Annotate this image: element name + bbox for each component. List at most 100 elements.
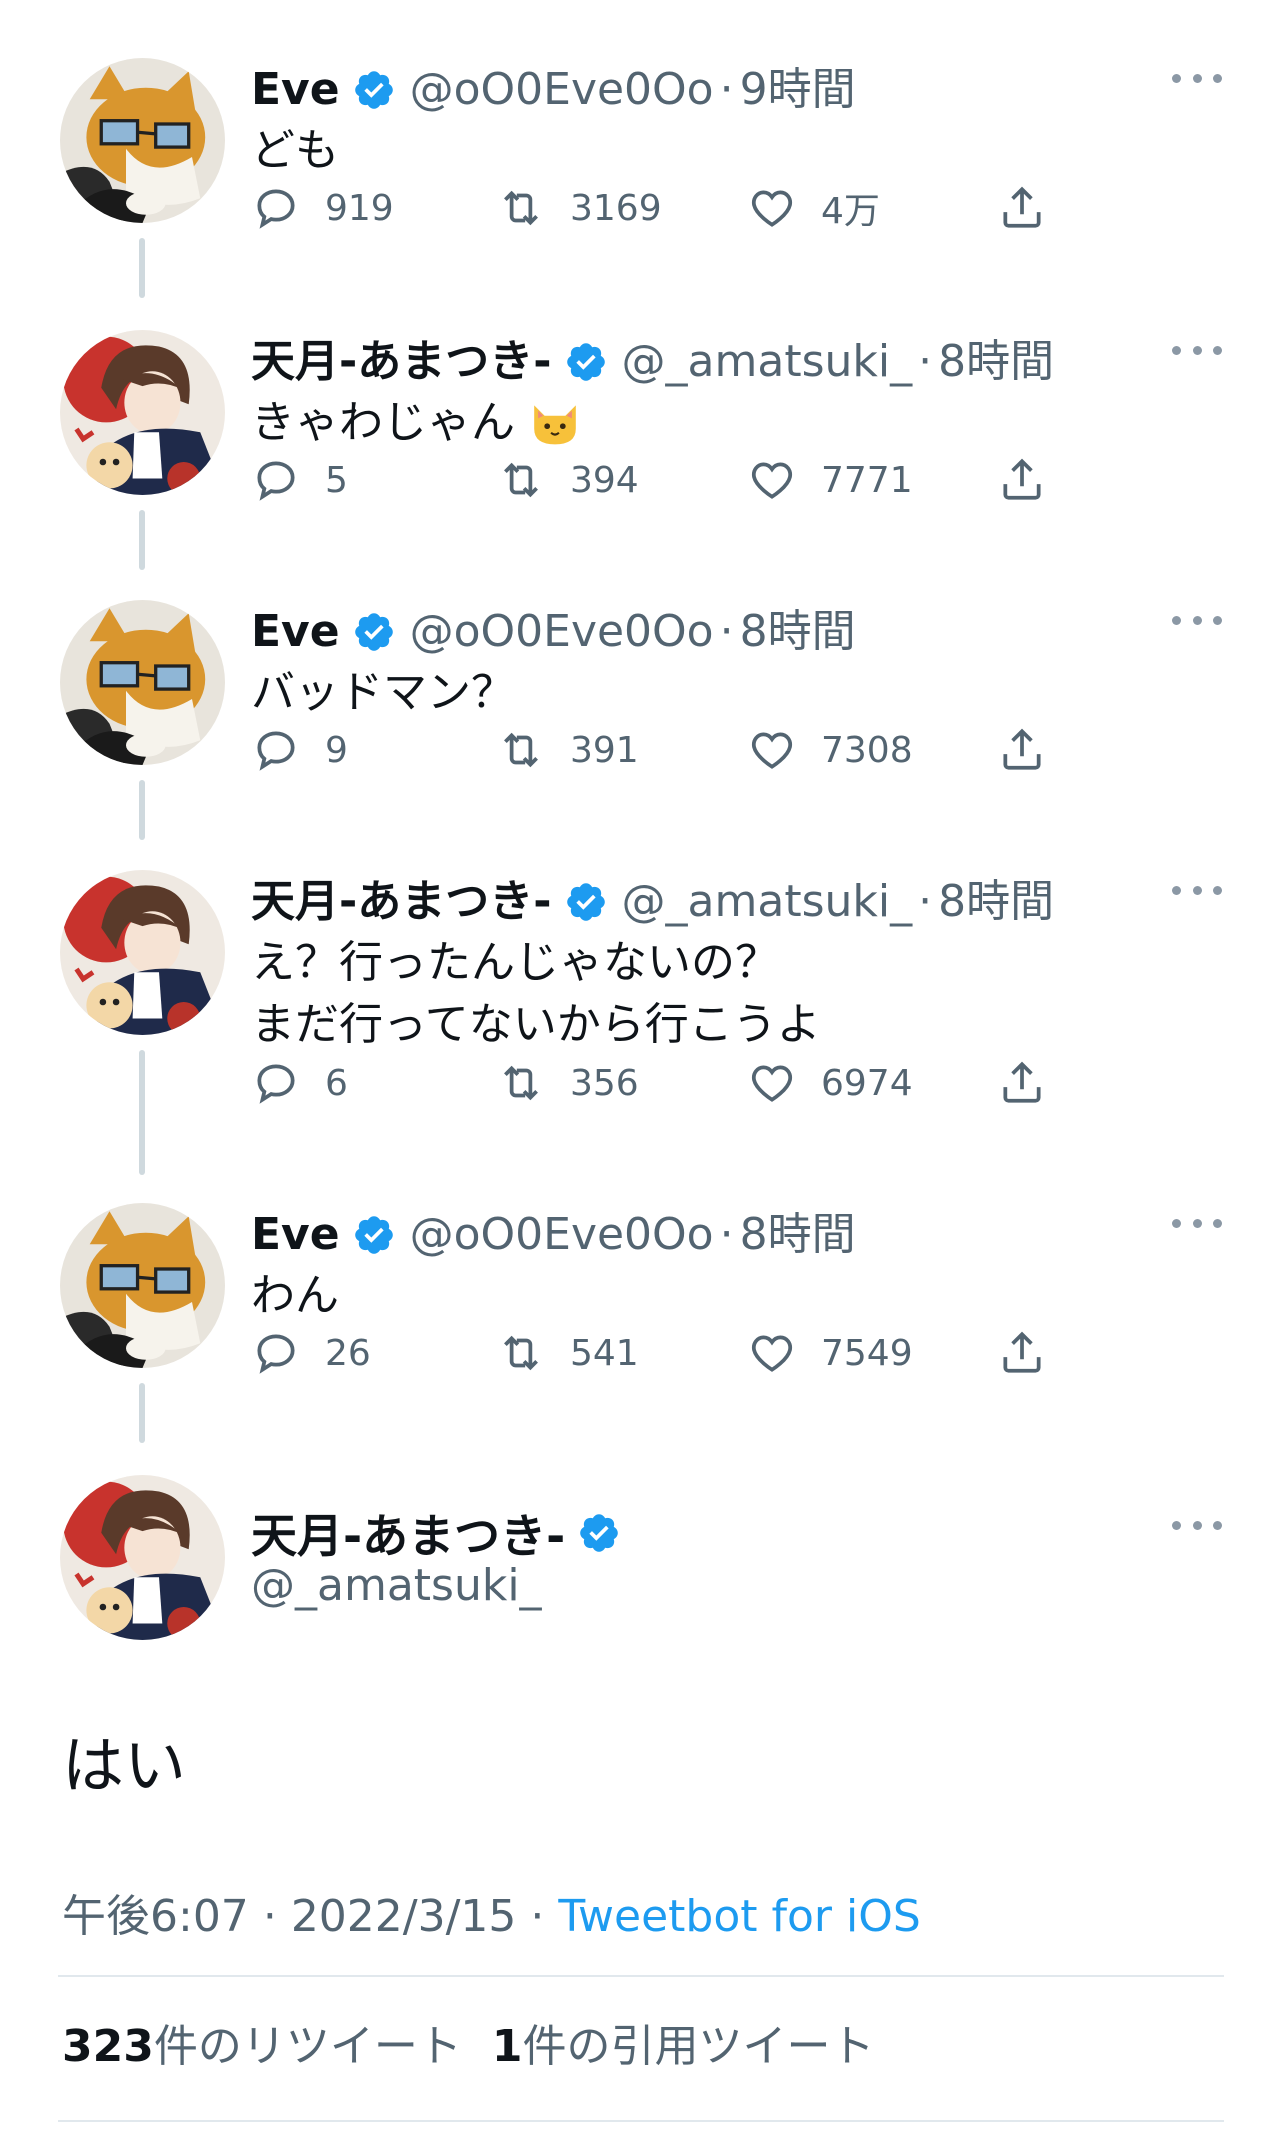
tweet-metadata: 午後6:07 · 2022/3/15 · Tweetbot for iOS: [62, 1880, 921, 1944]
client-link[interactable]: Tweetbot for iOS: [558, 1891, 920, 1942]
reply-button[interactable]: 6: [251, 1053, 348, 1113]
tweet-header: 天月-あまつき- @_amatsuki_ · 8時間: [251, 872, 1054, 932]
retweet-stat-link[interactable]: 323件のリツイート: [62, 2010, 462, 2074]
like-count: 6974: [821, 1062, 913, 1104]
thread-connector: [139, 238, 145, 298]
reply-button[interactable]: 5: [251, 450, 348, 510]
cat-face-emoji-icon: [534, 405, 576, 445]
quote-stat-label: 件の引用ツイート: [522, 2021, 875, 2072]
reply-count: 26: [325, 1332, 371, 1374]
heart-icon: [751, 1335, 793, 1372]
avatar[interactable]: [60, 1203, 225, 1368]
main-display-name[interactable]: 天月-あまつき-: [251, 1500, 565, 1566]
tweet-text: バッドマン？: [251, 667, 515, 718]
retweet-button[interactable]: 391: [496, 720, 639, 780]
like-button[interactable]: 4万: [747, 178, 880, 238]
more-options-icon[interactable]: [1172, 1203, 1222, 1243]
thread-connector: [139, 1050, 145, 1175]
more-options-icon[interactable]: [1172, 600, 1222, 640]
retweet-count: 541: [570, 1332, 639, 1374]
heart-icon: [751, 462, 793, 499]
share-button[interactable]: [997, 1053, 1071, 1113]
separator-dot: ·: [719, 606, 734, 657]
reply-button[interactable]: 26: [251, 1323, 371, 1383]
user-handle[interactable]: @_amatsuki_: [622, 332, 913, 392]
like-button[interactable]: 6974: [747, 1053, 913, 1113]
tweet-text-content: きゃわじゃん: [251, 397, 515, 448]
display-name[interactable]: Eve: [251, 60, 340, 120]
avatar-boy-image: [60, 870, 225, 1035]
tweet-time[interactable]: 8時間: [938, 872, 1054, 932]
display-name[interactable]: 天月-あまつき-: [251, 332, 552, 392]
share-button[interactable]: [997, 178, 1071, 238]
main-avatar[interactable]: [60, 1475, 225, 1640]
tweet-actions: 6 356 6974: [251, 1053, 1151, 1113]
tweet-text: ども: [251, 125, 339, 176]
tweet-timestamp[interactable]: 午後6:07: [62, 1891, 249, 1942]
retweet-icon: [504, 462, 538, 498]
main-tweet-text: はい: [62, 1729, 187, 1802]
like-button[interactable]: 7308: [747, 720, 913, 780]
tweet-actions: 5 394 7771: [251, 450, 1151, 510]
display-name[interactable]: 天月-あまつき-: [251, 872, 552, 932]
share-icon: [1003, 186, 1041, 228]
verified-badge-icon: [566, 883, 605, 921]
tweet-text: え？行ったんじゃないの？ まだ行ってないから行こうよ: [251, 937, 821, 1050]
verified-badge-icon: [566, 343, 605, 381]
retweet-count: 3169: [570, 187, 662, 229]
retweet-count: 391: [570, 729, 639, 771]
user-handle[interactable]: @oO0Eve0Oo: [410, 602, 714, 662]
avatar-boy-image: [60, 1475, 225, 1640]
tweet-header: 天月-あまつき- @_amatsuki_ · 8時間: [251, 332, 1054, 392]
like-button[interactable]: 7549: [747, 1323, 913, 1383]
avatar[interactable]: [60, 870, 225, 1035]
share-button[interactable]: [997, 1323, 1071, 1383]
verified-badge-icon: [580, 1514, 618, 1552]
user-handle[interactable]: @oO0Eve0Oo: [410, 60, 714, 120]
user-handle[interactable]: @_amatsuki_: [622, 872, 913, 932]
share-button[interactable]: [997, 720, 1071, 780]
avatar-cat-image: [60, 600, 225, 765]
retweet-count: 356: [570, 1062, 639, 1104]
reply-icon: [257, 461, 295, 501]
verified-badge-icon: [354, 613, 393, 651]
heart-icon: [751, 1065, 793, 1102]
display-name[interactable]: Eve: [251, 602, 340, 662]
share-button[interactable]: [997, 450, 1071, 510]
reply-button[interactable]: 919: [251, 178, 394, 238]
like-count: 4万: [821, 191, 880, 232]
avatar[interactable]: [60, 600, 225, 765]
tweet-time[interactable]: 8時間: [740, 602, 856, 662]
more-options-icon[interactable]: [1172, 330, 1222, 370]
tweet-date[interactable]: 2022/3/15: [291, 1891, 517, 1942]
reply-button[interactable]: 9: [251, 720, 348, 780]
share-icon: [1003, 1331, 1041, 1373]
reply-icon: [257, 1064, 295, 1104]
retweet-button[interactable]: 541: [496, 1323, 639, 1383]
retweet-button[interactable]: 394: [496, 450, 639, 510]
thread-connector: [139, 780, 145, 840]
retweet-stat-count: 323: [62, 2021, 154, 2072]
more-options-icon[interactable]: [1172, 870, 1222, 910]
retweet-icon: [504, 1065, 538, 1101]
like-button[interactable]: 7771: [747, 450, 913, 510]
more-options-icon[interactable]: [1172, 58, 1222, 98]
reply-count: 9: [325, 729, 348, 771]
quote-stat-link[interactable]: 1件の引用ツイート: [492, 2010, 875, 2074]
tweet-time[interactable]: 9時間: [740, 60, 856, 120]
retweet-button[interactable]: 3169: [496, 178, 662, 238]
user-handle[interactable]: @oO0Eve0Oo: [410, 1205, 714, 1265]
avatar[interactable]: [60, 330, 225, 495]
retweet-icon: [504, 1335, 538, 1371]
retweet-count: 394: [570, 459, 639, 501]
retweet-button[interactable]: 356: [496, 1053, 639, 1113]
main-user-handle[interactable]: @_amatsuki_: [251, 1560, 542, 1611]
tweet-time[interactable]: 8時間: [740, 1205, 856, 1265]
more-options-icon[interactable]: [1172, 1505, 1222, 1545]
main-tweet-header: 天月-あまつき-: [251, 1500, 635, 1566]
avatar[interactable]: [60, 58, 225, 223]
avatar-cat-image: [60, 58, 225, 223]
separator-dot: ·: [719, 64, 734, 115]
display-name[interactable]: Eve: [251, 1205, 340, 1265]
tweet-time[interactable]: 8時間: [938, 332, 1054, 392]
